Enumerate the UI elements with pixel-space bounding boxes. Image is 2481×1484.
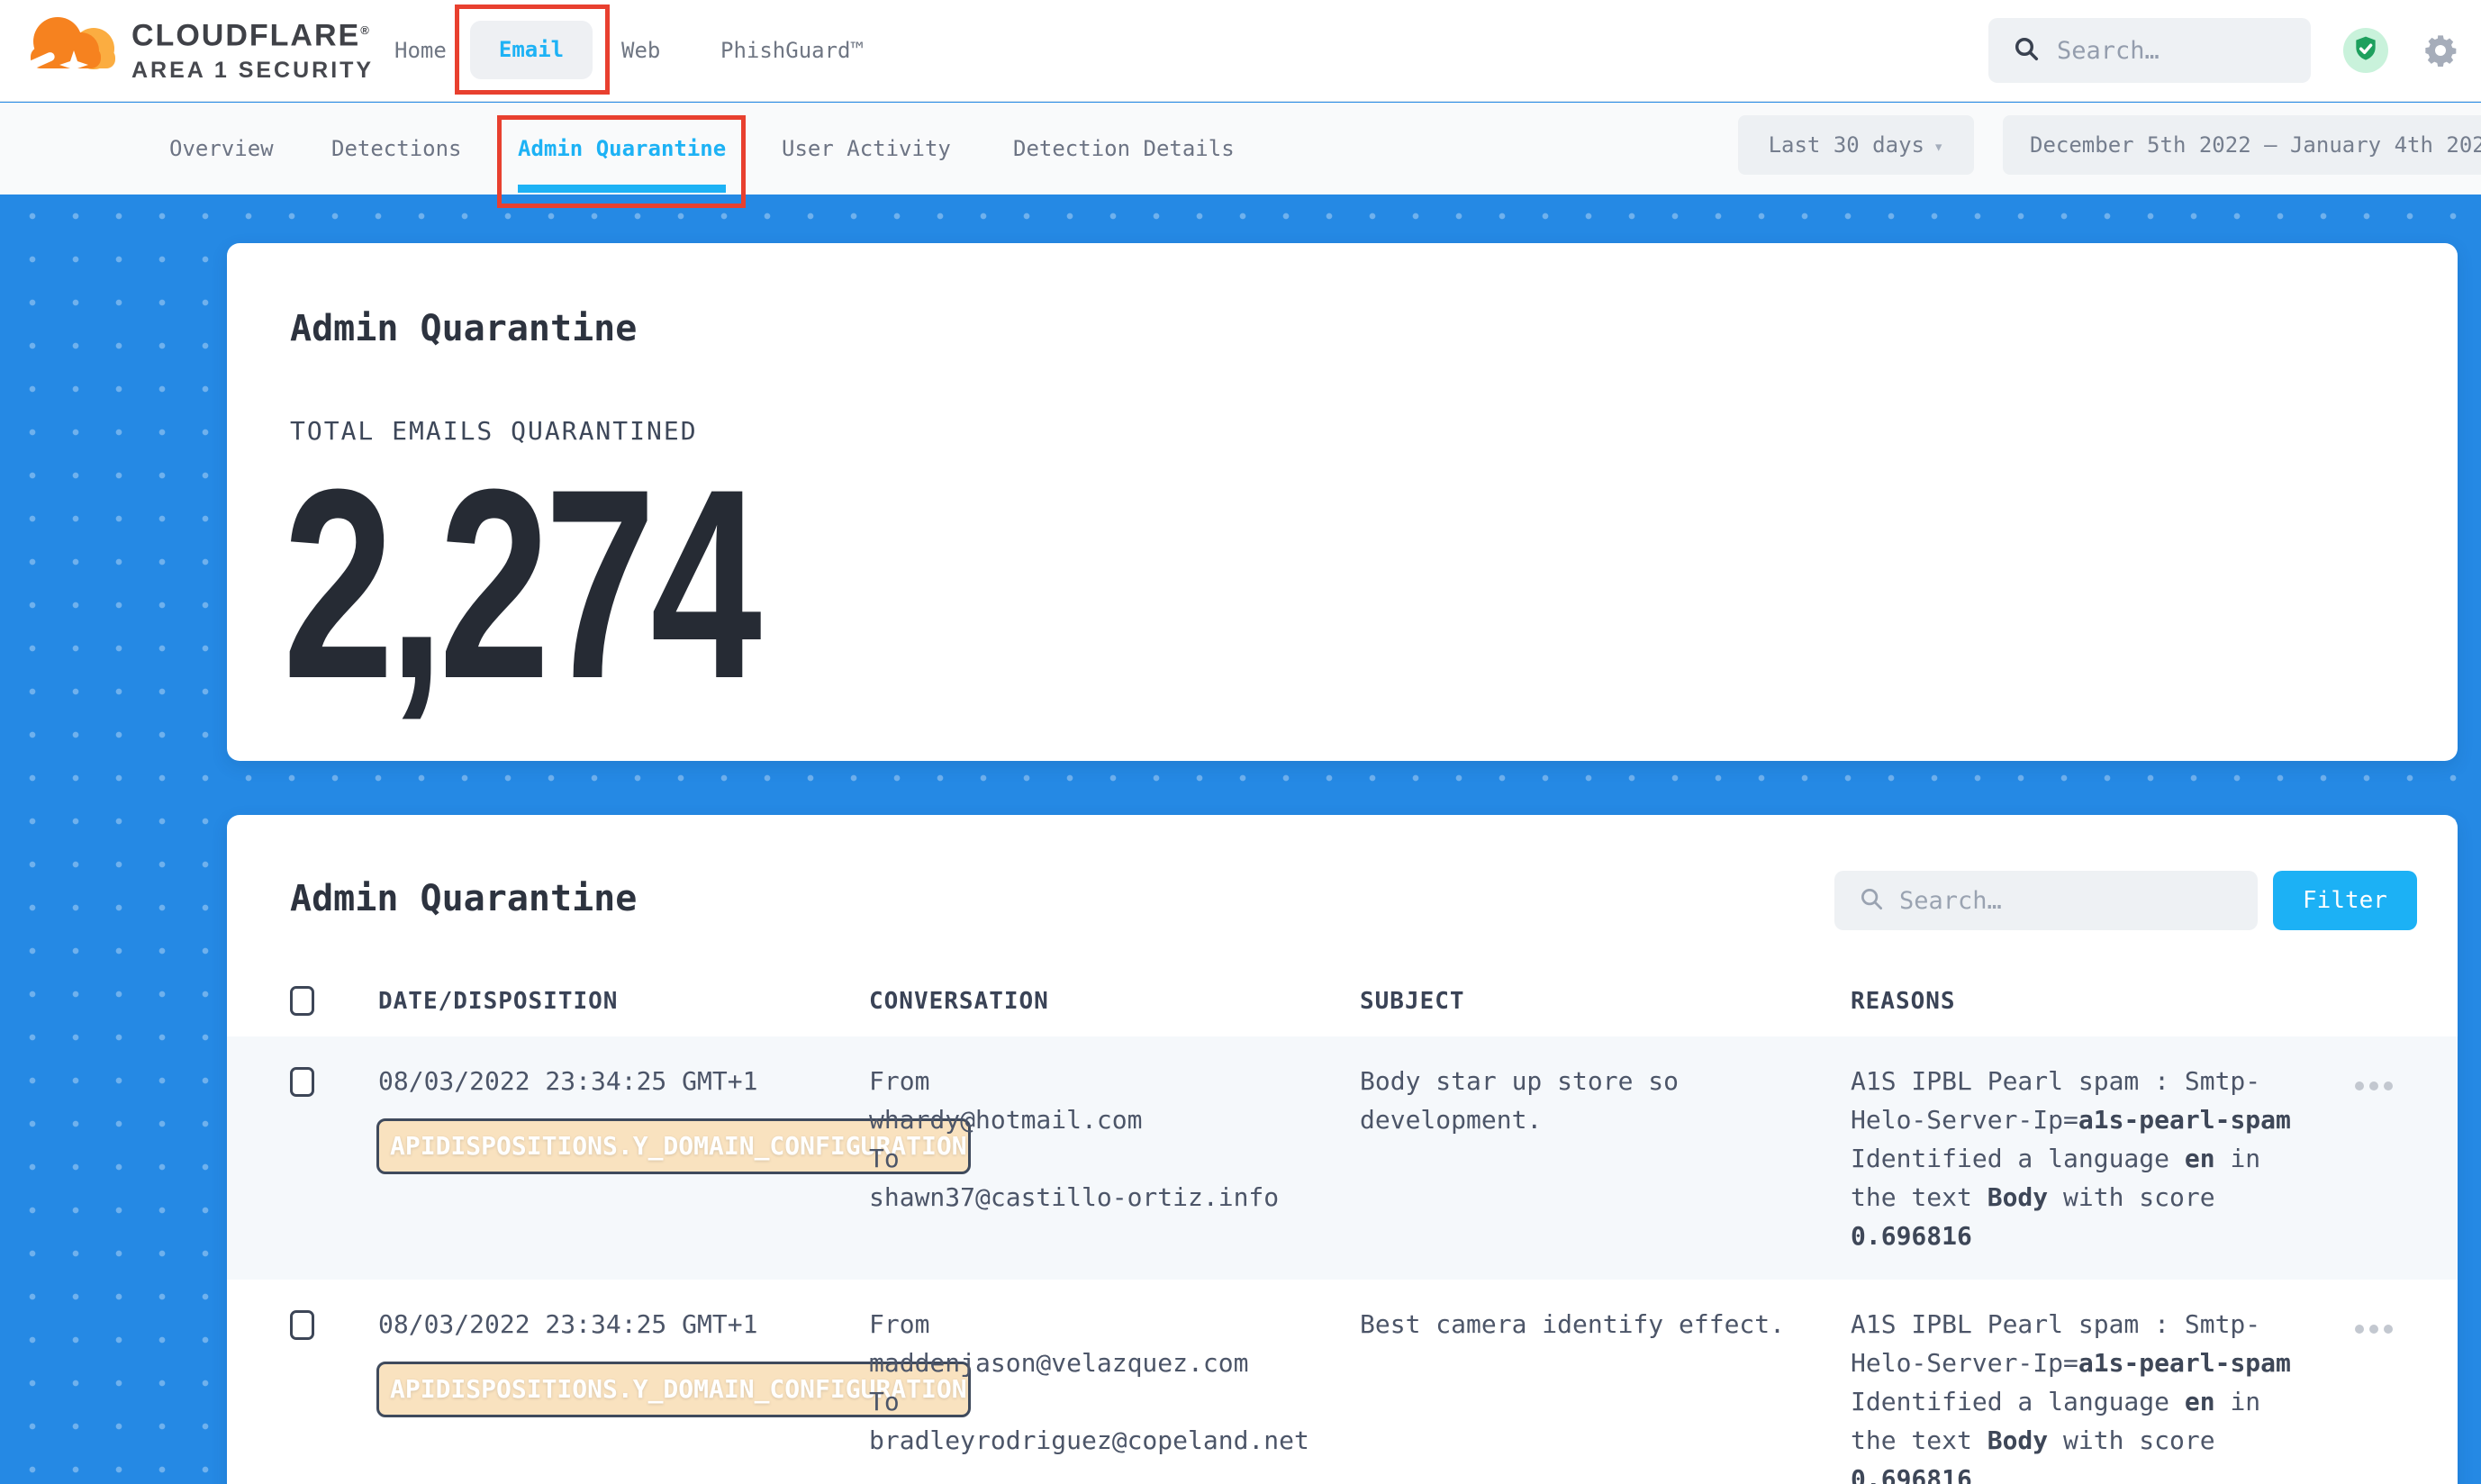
content-area: Admin Quarantine TOTAL EMAILS QUARANTINE…	[0, 195, 2481, 1484]
ellipsis-icon	[2369, 1081, 2378, 1090]
row-actions-menu-button[interactable]	[2355, 1081, 2393, 1090]
brand-text: CLOUDFLARE® AREA 1 SECURITY	[131, 14, 374, 83]
tab-user-activity[interactable]: User Activity	[782, 103, 951, 195]
column-header-date-disposition[interactable]: DATE/DISPOSITION	[378, 988, 618, 1015]
brand-subtitle: AREA 1 SECURITY	[131, 57, 374, 84]
row-checkbox[interactable]	[290, 1067, 314, 1097]
tab-overview[interactable]: Overview	[169, 103, 274, 195]
brand-name: CLOUDFLARE®	[131, 14, 374, 52]
row-checkbox[interactable]	[290, 1310, 314, 1340]
global-search-input[interactable]	[2057, 37, 2273, 65]
table-row: 08/03/2022 23:34:25 GMT+1 APIDISPOSITION…	[227, 1280, 2458, 1484]
ellipsis-icon	[2355, 1081, 2364, 1090]
to-address: bradleyrodriguez@copeland.net	[869, 1421, 1324, 1460]
date-range-picker[interactable]: December 5th 2022 — January 4th 2023	[2003, 115, 2481, 175]
column-header-conversation[interactable]: CONVERSATION	[869, 988, 1049, 1015]
row-conversation: From maddenjason@velazquez.com To bradle…	[869, 1305, 1324, 1460]
top-bar: CLOUDFLARE® AREA 1 SECURITY Home Email W…	[0, 0, 2481, 102]
date-range-preset-dropdown[interactable]: Last 30 days▾	[1738, 115, 1974, 175]
row-reasons: A1S IPBL Pearl spam : Smtp-Helo-Server-I…	[1851, 1305, 2301, 1484]
quarantine-table-card: Admin Quarantine Filter DATE/DISPOSITION…	[227, 815, 2458, 1484]
settings-button[interactable]	[2422, 32, 2458, 68]
shield-check-icon	[2351, 34, 2380, 67]
column-header-subject[interactable]: SUBJECT	[1360, 988, 1465, 1015]
table-search-box[interactable]	[1834, 871, 2258, 930]
ellipsis-icon	[2384, 1081, 2393, 1090]
tab-detections[interactable]: Detections	[331, 103, 462, 195]
from-address: whardy@hotmail.com	[869, 1100, 1324, 1139]
cloudflare-logo-icon	[22, 9, 121, 88]
table-search-input[interactable]	[1899, 887, 2169, 915]
to-label: To	[869, 1382, 1324, 1421]
ellipsis-icon	[2355, 1325, 2364, 1334]
tab-admin-quarantine[interactable]: Admin Quarantine	[518, 103, 726, 195]
section-tab-bar: Overview Detections Admin Quarantine Use…	[0, 103, 2481, 195]
chevron-down-icon: ▾	[1933, 137, 1943, 157]
row-subject: Best camera identify effect.	[1360, 1305, 1810, 1344]
row-conversation: From whardy@hotmail.com To shawn37@casti…	[869, 1062, 1324, 1217]
trademark-symbol: ®	[360, 23, 371, 37]
brand: CLOUDFLARE® AREA 1 SECURITY	[22, 9, 374, 88]
row-date: 08/03/2022 23:34:25 GMT+1	[378, 1062, 833, 1100]
row-reasons: A1S IPBL Pearl spam : Smtp-Helo-Server-I…	[1851, 1062, 2301, 1255]
row-date: 08/03/2022 23:34:25 GMT+1	[378, 1305, 833, 1344]
ellipsis-icon	[2369, 1325, 2378, 1334]
from-label: From	[869, 1305, 1324, 1344]
gear-icon	[2422, 55, 2458, 72]
summary-card: Admin Quarantine TOTAL EMAILS QUARANTINE…	[227, 243, 2458, 761]
table-header-row: DATE/DISPOSITION CONVERSATION SUBJECT RE…	[227, 981, 2458, 1036]
nav-item-web[interactable]: Web	[621, 0, 660, 102]
column-header-reasons[interactable]: REASONS	[1851, 988, 1956, 1015]
nav-item-phishguard[interactable]: PhishGuard™	[720, 0, 864, 102]
filter-button[interactable]: Filter	[2273, 871, 2417, 930]
search-icon	[2012, 34, 2041, 67]
page-title: Admin Quarantine	[290, 308, 637, 349]
table-row: 08/03/2022 23:34:25 GMT+1 APIDISPOSITION…	[227, 1036, 2458, 1280]
table-title: Admin Quarantine	[290, 878, 637, 919]
to-address: shawn37@castillo-ortiz.info	[869, 1178, 1324, 1217]
metric-value: 2,274	[283, 448, 756, 719]
search-icon	[1858, 885, 1885, 916]
tab-detection-details[interactable]: Detection Details	[1013, 103, 1235, 195]
from-address: maddenjason@velazquez.com	[869, 1344, 1324, 1382]
global-search-box[interactable]	[1988, 18, 2311, 83]
select-all-checkbox[interactable]	[290, 986, 314, 1016]
ellipsis-icon	[2384, 1325, 2393, 1334]
page: CLOUDFLARE® AREA 1 SECURITY Home Email W…	[0, 0, 2481, 1484]
protection-status-badge[interactable]	[2343, 28, 2388, 73]
to-label: To	[869, 1139, 1324, 1178]
row-actions-menu-button[interactable]	[2355, 1325, 2393, 1334]
from-label: From	[869, 1062, 1324, 1100]
nav-item-home[interactable]: Home	[394, 0, 447, 102]
nav-item-email[interactable]: Email	[470, 21, 593, 79]
row-subject: Body star up store so development.	[1360, 1062, 1810, 1139]
